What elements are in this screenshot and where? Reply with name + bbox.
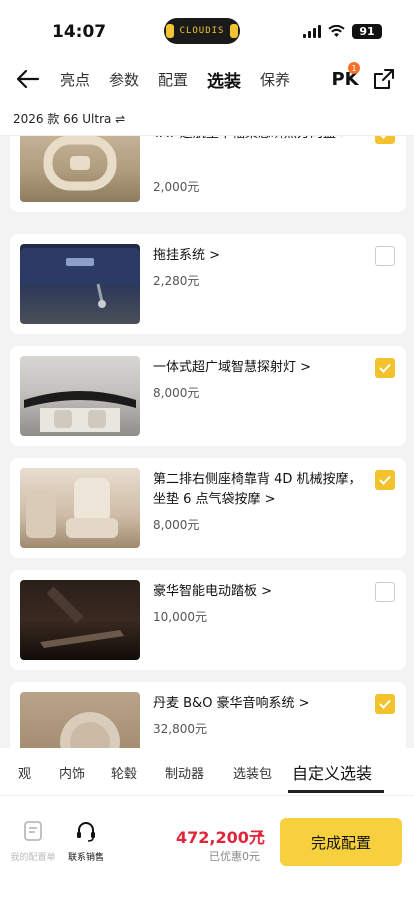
discount-text: 已优惠0元 (209, 850, 260, 863)
category-tab-custom[interactable]: 自定义选装 (292, 760, 372, 784)
nav-tabs: 亮点 参数 配置 选装 保养 (60, 58, 290, 100)
category-tab-brakes[interactable]: 制动器 (165, 763, 204, 782)
status-bar: 14:07 CLOUDIS 91 (0, 0, 414, 58)
category-tabs: 观 内饰 轮毂 制动器 选装包 自定义选装 (0, 748, 414, 796)
total-price[interactable]: 472,200元 (176, 824, 265, 848)
my-config-label: 我的配置单 (10, 853, 56, 863)
category-tab-wheels[interactable]: 轮毂 (111, 763, 137, 782)
massage-seat-image (20, 468, 140, 548)
option-checkbox[interactable] (375, 136, 395, 144)
tab-highlights[interactable]: 亮点 (60, 69, 90, 90)
running-board-image (20, 580, 140, 660)
headset-icon (77, 822, 95, 842)
roof-light-image (20, 356, 140, 436)
option-title[interactable]: 第二排右侧座椅靠背 4D 机械按摩，坐垫 6 点气袋按摩 > (153, 470, 368, 510)
pk-count-badge: 1 (348, 62, 360, 74)
option-card[interactable]: 拖挂系统 > 2,280元 (10, 234, 406, 334)
island-indicator-icon (165, 24, 174, 38)
option-title[interactable]: 拖挂系统 > (153, 246, 368, 266)
cellular-signal-icon (303, 25, 321, 38)
config-list-icon (24, 821, 42, 841)
option-price: 10,000元 (153, 610, 207, 624)
tab-options[interactable]: 选装 (207, 67, 242, 95)
finish-config-button[interactable]: 完成配置 (280, 818, 402, 866)
tow-hitch-image (20, 244, 140, 324)
option-checkbox[interactable] (375, 470, 395, 490)
category-tab-exterior[interactable]: 观 (18, 763, 31, 782)
option-card[interactable]: 一体式超广域智慧探射灯 > 8,000元 (10, 346, 406, 446)
option-title[interactable]: 丹麦 B&O 豪华音响系统 > (153, 694, 368, 714)
bottom-action-bar: 我的配置单 联系销售 472,200元 ▲ 已优惠0元 完成配置 (0, 796, 414, 900)
tab-config[interactable]: 配置 (158, 69, 188, 90)
option-price: 2,280元 (153, 274, 200, 288)
island-indicator-icon (230, 24, 239, 38)
price-expand-icon[interactable]: ▲ (257, 828, 263, 837)
contact-sales-button[interactable]: 联系销售 (56, 820, 116, 863)
category-tab-packages[interactable]: 选装包 (233, 763, 272, 782)
my-config-button[interactable]: 我的配置单 (3, 820, 63, 863)
share-icon[interactable] (372, 67, 396, 91)
option-checkbox[interactable] (375, 582, 395, 602)
category-tab-interior[interactable]: 内饰 (59, 763, 85, 782)
model-label[interactable]: 2026 款 66 Ultra ⇌ (13, 110, 125, 127)
battery-indicator: 91 (352, 24, 382, 39)
option-checkbox[interactable] (375, 694, 395, 714)
back-arrow-icon[interactable] (14, 66, 42, 92)
option-title[interactable]: 豪华智能电动踏板 > (153, 582, 368, 602)
wifi-icon (328, 25, 345, 37)
option-card[interactable]: 豪华智能电动踏板 > 10,000元 (10, 570, 406, 670)
speaker-image (20, 692, 140, 748)
option-checkbox[interactable] (375, 246, 395, 266)
option-price: 32,800元 (153, 722, 207, 736)
steering-wheel-image (20, 136, 140, 202)
option-title[interactable]: 一体式超广域智慧探射灯 > (153, 358, 368, 378)
island-text: CLOUDIS (179, 26, 225, 36)
option-card[interactable]: 第二排右侧座椅靠背 4D 机械按摩，坐垫 6 点气袋按摩 > 8,000元 (10, 458, 406, 558)
option-price: 8,000元 (153, 386, 200, 400)
option-price: 8,000元 (153, 518, 200, 532)
nav-bar: 亮点 参数 配置 选装 保养 PK 1 (0, 58, 414, 100)
model-selector[interactable]: 2026 款 66 Ultra ⇌ (0, 100, 414, 136)
status-time: 14:07 (52, 22, 107, 42)
option-title[interactable]: YAT 巡航型半幅柔感瞬热方向盘 > (153, 136, 368, 144)
active-tab-indicator (288, 790, 384, 793)
option-card[interactable]: YAT 巡航型半幅柔感瞬热方向盘 > 2,000元 (10, 136, 406, 212)
option-checkbox[interactable] (375, 358, 395, 378)
dynamic-island: CLOUDIS (164, 18, 240, 44)
option-price: 2,000元 (153, 180, 200, 194)
status-icons: 91 (303, 24, 382, 39)
option-card[interactable]: 丹麦 B&O 豪华音响系统 > 32,800元 (10, 682, 406, 748)
tab-maintenance[interactable]: 保养 (260, 69, 290, 90)
contact-sales-label: 联系销售 (67, 853, 104, 863)
tab-specs[interactable]: 参数 (109, 69, 139, 90)
options-list[interactable]: YAT 巡航型半幅柔感瞬热方向盘 > 2,000元 拖挂系统 > 2,280元 (0, 136, 414, 748)
